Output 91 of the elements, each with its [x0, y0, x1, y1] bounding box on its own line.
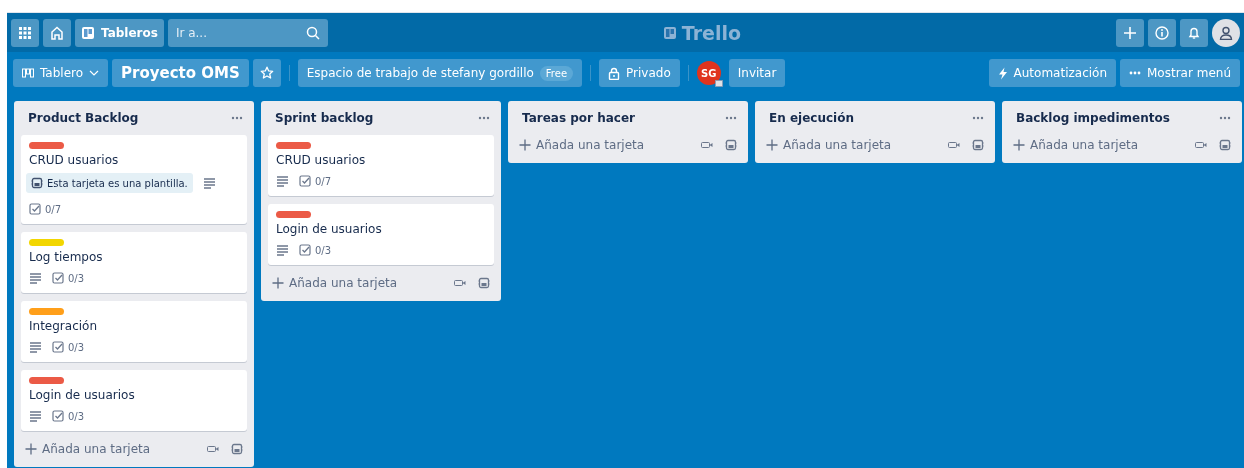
add-card-button[interactable]: Añada una tarjeta: [515, 131, 693, 159]
profile-avatar[interactable]: [1212, 18, 1240, 47]
add-card-button[interactable]: Añada una tarjeta: [21, 435, 199, 463]
card[interactable]: CRUD usuarios 0/7: [268, 135, 494, 196]
checklist-count: 0/3: [68, 341, 85, 353]
card[interactable]: Login de usuarios 0/3: [268, 204, 494, 265]
checklist-count: 0/7: [45, 203, 62, 215]
workspace-button[interactable]: Espacio de trabajo de stefany gordillo Free: [297, 59, 583, 87]
checklist-count: 0/3: [68, 272, 85, 284]
checklist-icon: [52, 272, 64, 284]
checklist-count: 0/7: [315, 175, 332, 187]
checklist-icon: [299, 244, 311, 256]
template-icon: [478, 277, 490, 289]
checklist-icon: [52, 341, 64, 353]
chevron-down-icon: [89, 70, 100, 76]
bell-icon: [1187, 25, 1201, 40]
checklist-icon: [52, 410, 64, 422]
card[interactable]: CRUD usuarios Esta tarjeta es una plantilla. 0/7: [21, 135, 247, 224]
apps-icon: [18, 25, 32, 40]
member-avatar[interactable]: SG: [696, 61, 721, 85]
view-switcher[interactable]: Tablero: [13, 59, 109, 87]
more-icon: [725, 116, 737, 120]
list-title[interactable]: Tareas por hacer: [522, 111, 635, 125]
board-icon: [81, 25, 95, 40]
automation-button[interactable]: Automatización: [988, 59, 1116, 87]
home-button[interactable]: [43, 18, 71, 47]
board-icon: [662, 25, 677, 40]
more-icon: [1129, 71, 1141, 75]
card[interactable]: Integración 0/3: [21, 301, 247, 362]
person-icon: [1219, 25, 1233, 40]
checklist-icon: [29, 203, 41, 215]
template-icon: [1219, 139, 1231, 151]
show-menu-button[interactable]: Mostrar menú: [1120, 59, 1240, 87]
list-title[interactable]: Product Backlog: [28, 111, 139, 125]
boards-button[interactable]: Tableros: [75, 18, 164, 47]
plus-icon: [1123, 25, 1137, 40]
search-field[interactable]: Ir a...: [167, 18, 328, 47]
more-icon: [478, 116, 490, 120]
plus-icon: [25, 443, 37, 455]
star-icon: [259, 66, 274, 80]
board-view-icon: [22, 68, 34, 78]
admin-icon: [714, 80, 723, 87]
plus-icon: [519, 139, 531, 151]
template-badge: Esta tarjeta es una plantilla.: [26, 173, 193, 193]
camera-icon: [948, 141, 960, 149]
home-icon: [50, 25, 64, 40]
apps-button[interactable]: [11, 18, 39, 47]
board-name[interactable]: Proyecto OMS: [112, 59, 249, 87]
camera-icon: [701, 141, 713, 149]
plus-icon: [766, 139, 778, 151]
template-icon: [972, 139, 984, 151]
template-icon: [231, 443, 243, 455]
invite-button[interactable]: Invitar: [728, 59, 786, 87]
search-icon: [305, 25, 320, 40]
more-icon: [972, 116, 984, 120]
plan-badge: Free: [539, 65, 574, 81]
trello-logo[interactable]: Trello: [331, 21, 1072, 44]
card-title: CRUD usuarios: [29, 153, 119, 167]
more-icon: [1219, 116, 1231, 120]
list-title[interactable]: Backlog impedimentos: [1016, 111, 1170, 125]
lock-icon: [608, 66, 621, 80]
card[interactable]: Login de usuarios 0/3: [21, 370, 247, 431]
checklist-icon: [299, 175, 311, 187]
card-title: CRUD usuarios: [276, 153, 366, 167]
checklist-count: 0/3: [68, 410, 85, 422]
star-button[interactable]: [252, 59, 281, 87]
visibility-button[interactable]: Privado: [599, 59, 680, 87]
notifications-button[interactable]: [1180, 18, 1208, 47]
template-icon: [31, 177, 43, 189]
camera-icon: [454, 279, 466, 287]
create-button[interactable]: [1116, 18, 1144, 47]
card-title: Log tiempos: [29, 250, 103, 264]
list-title[interactable]: En ejecución: [769, 111, 854, 125]
info-icon: [1155, 25, 1169, 40]
template-icon: [725, 139, 737, 151]
info-button[interactable]: [1148, 18, 1176, 47]
plus-icon: [1013, 139, 1025, 151]
card-title: Integración: [29, 319, 97, 333]
add-card-button[interactable]: Añada una tarjeta: [762, 131, 940, 159]
camera-icon: [1195, 141, 1207, 149]
more-icon: [231, 116, 243, 120]
list-title[interactable]: Sprint backlog: [275, 111, 374, 125]
lightning-icon: [997, 66, 1008, 80]
card[interactable]: Log tiempos 0/3: [21, 232, 247, 293]
card-title: Login de usuarios: [276, 222, 382, 236]
plus-icon: [272, 277, 284, 289]
add-card-button[interactable]: Añada una tarjeta: [268, 269, 446, 297]
add-card-button[interactable]: Añada una tarjeta: [1009, 131, 1187, 159]
card-title: Login de usuarios: [29, 388, 135, 402]
checklist-count: 0/3: [315, 244, 332, 256]
camera-icon: [207, 445, 219, 453]
